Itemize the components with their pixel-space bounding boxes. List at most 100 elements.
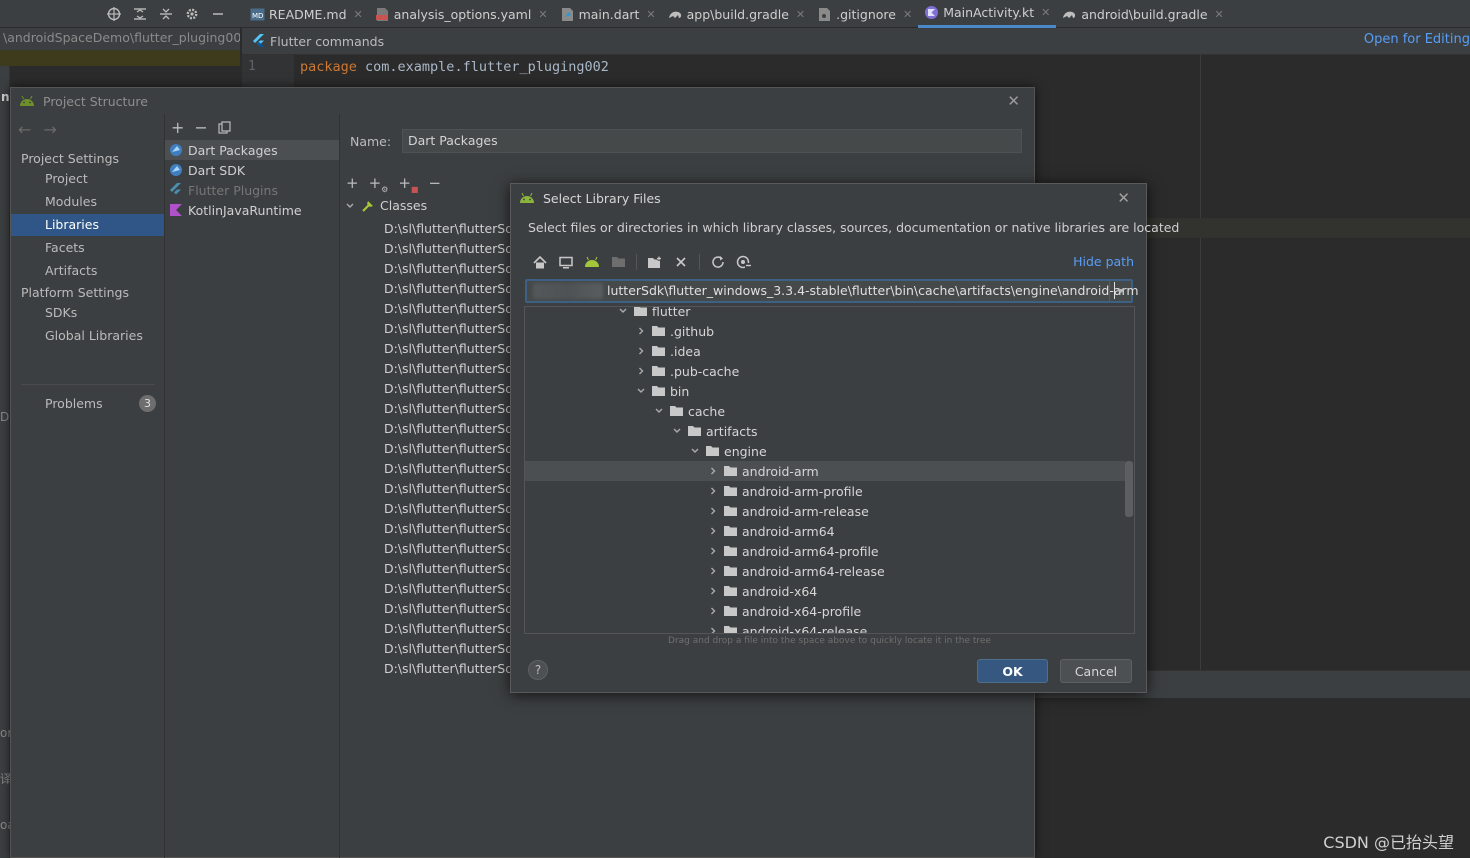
gear-icon[interactable] xyxy=(182,4,202,24)
open-for-editing-link[interactable]: Open for Editing xyxy=(1364,32,1470,47)
locate-icon[interactable] xyxy=(104,4,124,24)
add-icon[interactable]: + xyxy=(171,118,184,137)
remove-icon[interactable]: − xyxy=(428,174,441,194)
chevron-right-icon[interactable] xyxy=(635,365,647,377)
chevron-right-icon[interactable] xyxy=(707,625,719,634)
remove-icon[interactable]: − xyxy=(194,118,207,137)
class-path-row[interactable]: D:\sl\flutter\flutterSdk xyxy=(380,258,512,278)
chevron-down-icon[interactable] xyxy=(671,425,683,437)
add-red-icon[interactable]: +■ xyxy=(398,174,418,194)
chevron-down-icon[interactable] xyxy=(617,306,629,317)
file-tree-node[interactable]: android-arm-release xyxy=(525,501,1125,521)
expand-all-icon[interactable] xyxy=(130,4,150,24)
class-path-row[interactable]: D:\sl\flutter\flutterSdk xyxy=(380,298,512,318)
class-path-row[interactable]: D:\sl\flutter\flutterSdk xyxy=(380,338,512,358)
desktop-icon[interactable] xyxy=(556,252,576,272)
file-tree-node[interactable]: android-arm xyxy=(525,461,1125,481)
code-line[interactable]: package com.example.flutter_pluging002 xyxy=(300,59,609,75)
minimize-icon[interactable] xyxy=(208,4,228,24)
close-tab-icon[interactable]: ✕ xyxy=(903,8,912,21)
select-library-files-title-bar[interactable]: Select Library Files xyxy=(511,184,1146,212)
show-hidden-files-icon[interactable] xyxy=(734,252,754,272)
class-path-row[interactable]: D:\sl\flutter\flutterSdk xyxy=(380,558,512,578)
class-path-row[interactable]: D:\sl\flutter\flutterSdk xyxy=(380,238,512,258)
editor-tab[interactable]: app\build.gradle ✕ xyxy=(662,0,812,28)
classes-tree-node[interactable]: Classes xyxy=(344,198,427,213)
editor-tab[interactable]: .gitignore ✕ xyxy=(811,0,918,28)
refresh-icon[interactable] xyxy=(708,252,728,272)
close-tab-icon[interactable]: ✕ xyxy=(1215,8,1224,21)
library-item[interactable]: KotlinJavaRuntime xyxy=(165,200,339,220)
home-icon[interactable] xyxy=(530,252,550,272)
library-item[interactable]: Flutter Plugins xyxy=(165,180,339,200)
add-icon[interactable]: + xyxy=(346,174,359,194)
file-tree-node[interactable]: cache xyxy=(525,401,1125,421)
class-path-row[interactable]: D:\sl\flutter\flutterSdk xyxy=(380,638,512,658)
class-path-row[interactable]: D:\sl\flutter\flutterSdk xyxy=(380,518,512,538)
file-tree-node[interactable]: .pub-cache xyxy=(525,361,1125,381)
close-tab-icon[interactable]: ✕ xyxy=(354,8,363,21)
nav-item-global-libraries[interactable]: Global Libraries xyxy=(11,325,164,347)
class-path-row[interactable]: D:\sl\flutter\flutterSdk xyxy=(380,218,512,238)
project-android-icon[interactable] xyxy=(582,252,602,272)
file-tree-node[interactable]: flutter xyxy=(525,306,1125,321)
editor-tab[interactable]: analysis_options.yaml ✕ xyxy=(369,0,554,28)
help-button[interactable]: ? xyxy=(528,660,548,680)
file-tree-node[interactable]: android-x64-profile xyxy=(525,601,1125,621)
file-tree-node[interactable]: bin xyxy=(525,381,1125,401)
back-arrow-icon[interactable]: ← xyxy=(18,120,31,139)
chevron-right-icon[interactable] xyxy=(707,505,719,517)
nav-item-facets[interactable]: Facets xyxy=(11,237,164,259)
class-path-row[interactable]: D:\sl\flutter\flutterSdk xyxy=(380,378,512,398)
chevron-down-icon[interactable] xyxy=(635,385,647,397)
class-path-row[interactable]: D:\sl\flutter\flutterSdk xyxy=(380,498,512,518)
nav-item-modules[interactable]: Modules xyxy=(11,191,164,213)
forward-arrow-icon[interactable]: → xyxy=(43,120,56,139)
hide-path-link[interactable]: Hide path xyxy=(1073,254,1134,269)
add-with-settings-icon[interactable]: +⚙ xyxy=(369,174,389,194)
project-structure-title-bar[interactable]: Project Structure xyxy=(11,88,1034,114)
new-folder-icon[interactable] xyxy=(645,252,665,272)
flutter-commands-link[interactable]: Flutter commands xyxy=(270,34,384,49)
class-path-row[interactable]: D:\sl\flutter\flutterSdk xyxy=(380,458,512,478)
nav-item-artifacts[interactable]: Artifacts xyxy=(11,260,164,282)
file-tree-node[interactable]: android-x64 xyxy=(525,581,1125,601)
class-path-row[interactable]: D:\sl\flutter\flutterSdk xyxy=(380,278,512,298)
library-item[interactable]: Dart Packages xyxy=(165,140,339,160)
class-path-row[interactable]: D:\sl\flutter\flutterSdk xyxy=(380,398,512,418)
file-tree-node[interactable]: artifacts xyxy=(525,421,1125,441)
chevron-right-icon[interactable] xyxy=(707,485,719,497)
editor-tab[interactable]: main.dart ✕ xyxy=(554,0,662,28)
path-input[interactable]: lutterSdk\flutter_windows_3.3.4-stable\f… xyxy=(525,279,1139,303)
tree-scrollbar[interactable] xyxy=(1125,461,1133,517)
chevron-down-icon[interactable] xyxy=(689,445,701,457)
close-icon[interactable]: ✕ xyxy=(1117,189,1130,207)
class-path-row[interactable]: D:\sl\flutter\flutterSdk xyxy=(380,438,512,458)
close-tab-icon[interactable]: ✕ xyxy=(796,8,805,21)
chevron-right-icon[interactable] xyxy=(707,585,719,597)
class-path-row[interactable]: D:\sl\flutter\flutterSdk xyxy=(380,318,512,338)
editor-tab[interactable]: MD README.md ✕ xyxy=(244,0,369,28)
file-tree-node[interactable]: android-arm64 xyxy=(525,521,1125,541)
chevron-right-icon[interactable] xyxy=(707,465,719,477)
file-tree-node[interactable]: android-arm64-profile xyxy=(525,541,1125,561)
library-name-input[interactable]: Dart Packages xyxy=(402,129,1022,153)
module-folder-icon[interactable] xyxy=(608,252,628,272)
file-tree-node[interactable]: .idea xyxy=(525,341,1125,361)
class-path-row[interactable]: D:\sl\flutter\flutterSdk xyxy=(380,418,512,438)
chevron-down-icon[interactable] xyxy=(653,405,665,417)
chevron-right-icon[interactable] xyxy=(707,565,719,577)
class-path-row[interactable]: D:\sl\flutter\flutterSdk xyxy=(380,478,512,498)
class-path-row[interactable]: D:\sl\flutter\flutterSdk xyxy=(380,598,512,618)
chevron-right-icon[interactable] xyxy=(707,605,719,617)
nav-item-project[interactable]: Project xyxy=(11,168,164,190)
class-path-row[interactable]: D:\sl\flutter\flutterSdk xyxy=(380,618,512,638)
file-tree-node[interactable]: android-arm64-release xyxy=(525,561,1125,581)
copy-icon[interactable] xyxy=(218,121,231,134)
chevron-right-icon[interactable] xyxy=(707,545,719,557)
file-tree-node[interactable]: android-arm-profile xyxy=(525,481,1125,501)
close-icon[interactable]: ✕ xyxy=(1007,92,1020,110)
class-path-row[interactable]: D:\sl\flutter\flutterSdk xyxy=(380,358,512,378)
chevron-right-icon[interactable] xyxy=(707,525,719,537)
nav-item-libraries[interactable]: Libraries xyxy=(11,214,164,236)
